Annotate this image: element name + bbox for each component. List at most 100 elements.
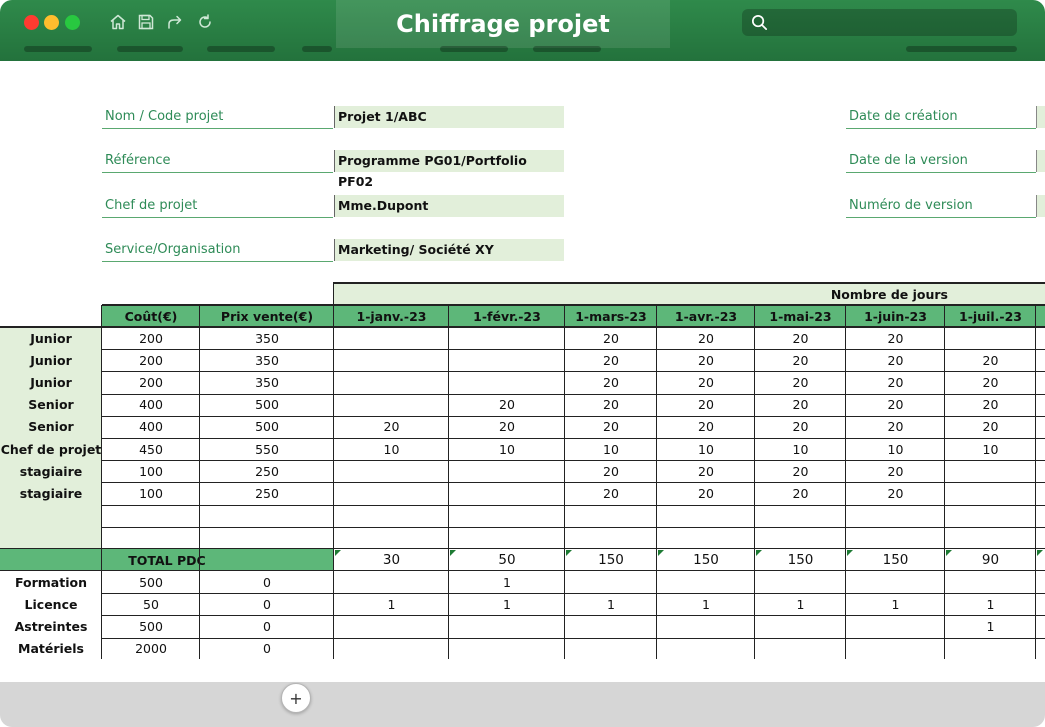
days-cell[interactable] xyxy=(565,527,657,549)
total-cell[interactable]: 150 xyxy=(846,549,945,571)
days-cell[interactable] xyxy=(846,505,945,527)
days-cell[interactable]: 10 xyxy=(846,438,945,460)
extra-days-cell[interactable]: 1 xyxy=(657,593,755,615)
days-cell[interactable]: 20 xyxy=(755,394,846,416)
days-cell[interactable]: 20 xyxy=(945,416,1036,438)
days-cell[interactable]: 20 xyxy=(755,482,846,504)
days-cell[interactable]: 20 xyxy=(846,460,945,482)
days-cell[interactable]: 10 xyxy=(565,438,657,460)
cost-cell[interactable]: 200 xyxy=(102,327,200,349)
extra-days-cell[interactable] xyxy=(755,571,846,593)
extra-cost-cell[interactable]: 500 xyxy=(102,615,200,637)
days-cell[interactable]: 20 xyxy=(657,394,755,416)
days-cell[interactable]: 20 xyxy=(449,394,565,416)
days-cell[interactable]: 20 xyxy=(334,416,449,438)
days-cell[interactable] xyxy=(449,527,565,549)
days-cell[interactable]: 20 xyxy=(657,460,755,482)
days-cell[interactable]: 20 xyxy=(565,482,657,504)
extra-days-cell[interactable] xyxy=(945,571,1036,593)
days-cell[interactable] xyxy=(334,327,449,349)
price-cell[interactable] xyxy=(200,505,334,527)
days-cell[interactable] xyxy=(334,371,449,393)
extra-price-cell[interactable]: 0 xyxy=(200,638,334,660)
days-cell[interactable]: 20 xyxy=(755,460,846,482)
extra-days-cell[interactable] xyxy=(334,615,449,637)
cost-cell[interactable]: 200 xyxy=(102,371,200,393)
project-name-field[interactable]: Projet 1/ABC xyxy=(334,106,564,128)
days-cell[interactable] xyxy=(846,527,945,549)
extra-days-cell[interactable] xyxy=(846,571,945,593)
days-cell[interactable]: 10 xyxy=(334,438,449,460)
days-cell[interactable] xyxy=(945,482,1036,504)
extra-days-cell[interactable] xyxy=(334,571,449,593)
days-cell[interactable]: 20 xyxy=(449,416,565,438)
total-cell[interactable]: 30 xyxy=(334,549,449,571)
days-cell[interactable]: 20 xyxy=(755,349,846,371)
days-cell[interactable]: 20 xyxy=(565,327,657,349)
days-cell[interactable]: 20 xyxy=(755,371,846,393)
extra-days-cell[interactable] xyxy=(755,638,846,660)
cost-cell[interactable] xyxy=(102,527,200,549)
toolbar-tab-6[interactable] xyxy=(533,46,601,52)
cost-cell[interactable]: 400 xyxy=(102,416,200,438)
cost-cell[interactable]: 200 xyxy=(102,349,200,371)
extra-days-cell[interactable] xyxy=(565,638,657,660)
days-cell[interactable] xyxy=(945,327,1036,349)
save-icon[interactable] xyxy=(136,12,156,32)
days-cell[interactable] xyxy=(755,505,846,527)
days-cell[interactable] xyxy=(449,460,565,482)
days-cell[interactable] xyxy=(449,327,565,349)
days-cell[interactable]: 20 xyxy=(945,371,1036,393)
price-cell[interactable]: 350 xyxy=(200,327,334,349)
days-cell[interactable] xyxy=(334,527,449,549)
toolbar-tab-7[interactable] xyxy=(906,46,1017,52)
days-cell[interactable] xyxy=(449,349,565,371)
refresh-icon[interactable] xyxy=(195,12,215,32)
extra-cost-cell[interactable]: 2000 xyxy=(102,638,200,660)
reference-field[interactable]: Programme PG01/Portfolio PF02 xyxy=(334,150,564,189)
days-cell[interactable] xyxy=(449,482,565,504)
extra-days-cell[interactable] xyxy=(449,638,565,660)
extra-days-cell[interactable]: 1 xyxy=(945,593,1036,615)
extra-days-cell[interactable] xyxy=(565,571,657,593)
version-number-field[interactable] xyxy=(1036,195,1045,217)
price-cell[interactable]: 500 xyxy=(200,416,334,438)
days-cell[interactable] xyxy=(755,527,846,549)
days-cell[interactable] xyxy=(657,527,755,549)
days-cell[interactable]: 20 xyxy=(945,349,1036,371)
days-cell[interactable] xyxy=(945,505,1036,527)
extra-days-cell[interactable] xyxy=(657,615,755,637)
days-cell[interactable] xyxy=(565,505,657,527)
days-cell[interactable]: 20 xyxy=(945,394,1036,416)
extra-price-cell[interactable]: 0 xyxy=(200,571,334,593)
days-cell[interactable]: 20 xyxy=(565,349,657,371)
extra-days-cell[interactable] xyxy=(755,615,846,637)
extra-days-cell[interactable] xyxy=(657,571,755,593)
days-cell[interactable]: 20 xyxy=(846,349,945,371)
days-cell[interactable]: 20 xyxy=(657,371,755,393)
extra-days-cell[interactable]: 1 xyxy=(945,615,1036,637)
maximize-window-button[interactable] xyxy=(65,15,80,30)
toolbar-tab-1[interactable] xyxy=(24,46,92,52)
minimize-window-button[interactable] xyxy=(44,15,59,30)
extra-days-cell[interactable]: 1 xyxy=(334,593,449,615)
total-cell[interactable]: 150 xyxy=(755,549,846,571)
days-cell[interactable]: 20 xyxy=(846,327,945,349)
creation-date-field[interactable] xyxy=(1036,106,1045,128)
add-sheet-button[interactable]: + xyxy=(281,683,311,713)
days-cell[interactable] xyxy=(334,394,449,416)
days-cell[interactable]: 20 xyxy=(565,460,657,482)
cost-cell[interactable]: 450 xyxy=(102,438,200,460)
extra-days-cell[interactable]: 1 xyxy=(449,593,565,615)
days-cell[interactable] xyxy=(657,505,755,527)
extra-price-cell[interactable]: 0 xyxy=(200,593,334,615)
days-cell[interactable]: 10 xyxy=(755,438,846,460)
extra-price-cell[interactable]: 0 xyxy=(200,615,334,637)
version-date-field[interactable] xyxy=(1036,150,1045,172)
days-cell[interactable] xyxy=(945,527,1036,549)
price-cell[interactable]: 250 xyxy=(200,482,334,504)
extra-days-cell[interactable] xyxy=(334,638,449,660)
days-cell[interactable]: 20 xyxy=(846,394,945,416)
extra-days-cell[interactable]: 1 xyxy=(755,593,846,615)
days-cell[interactable]: 20 xyxy=(846,482,945,504)
